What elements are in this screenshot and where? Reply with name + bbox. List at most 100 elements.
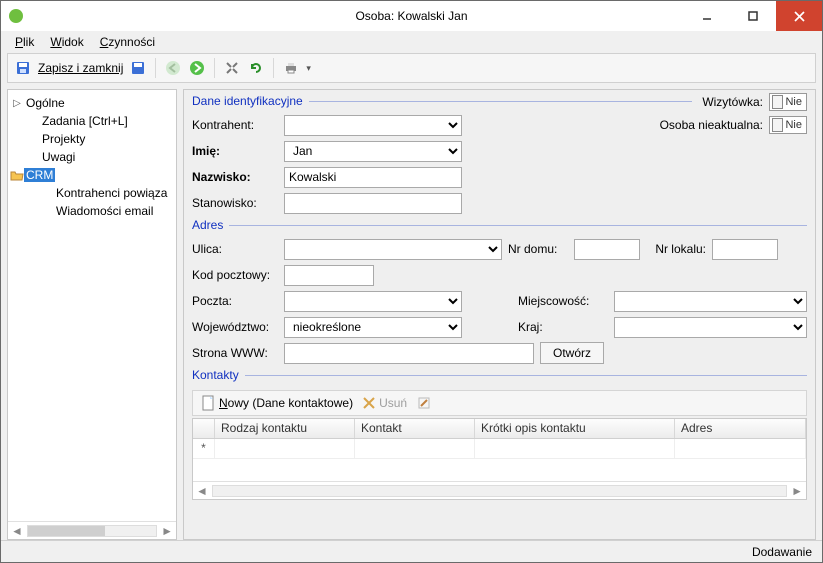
checkbox-icon	[772, 95, 783, 109]
tree-item-uwagi[interactable]: Uwagi	[10, 148, 174, 166]
scroll-track[interactable]	[27, 525, 157, 537]
nav-back-icon	[164, 59, 182, 77]
save-icon[interactable]	[129, 59, 147, 77]
status-mode: Dodawanie	[752, 545, 812, 559]
titlebar: Osoba: Kowalski Jan	[1, 1, 822, 31]
nav-forward-icon[interactable]	[188, 59, 206, 77]
grid-header-rodzaj[interactable]: Rodzaj kontaktu	[215, 419, 355, 438]
new-contact-button[interactable]: Nowy (Dane kontaktowe)	[201, 395, 353, 411]
tree-item-ogolne[interactable]: ▷ Ogólne	[10, 94, 174, 112]
label-nieaktualna: Osoba nieaktualna:	[660, 118, 763, 132]
toolbar: Zapisz i zamknij ▾	[7, 53, 816, 83]
app-icon	[9, 9, 23, 23]
refresh-icon[interactable]	[247, 59, 265, 77]
grid-new-row[interactable]: *	[193, 439, 806, 459]
toolbar-separator	[155, 58, 156, 78]
tree-item-projekty[interactable]: Projekty	[10, 130, 174, 148]
new-row-marker: *	[193, 439, 215, 458]
grid-header-selector[interactable]	[193, 419, 215, 438]
label-imie: Imię:	[192, 144, 278, 158]
edit-contact-button	[417, 396, 431, 410]
section-adres: Adres	[192, 218, 807, 232]
window-title: Osoba: Kowalski Jan	[355, 9, 467, 23]
grid-header: Rodzaj kontaktu Kontakt Krótki opis kont…	[193, 419, 806, 439]
toggle-wizytowka[interactable]: Nie	[769, 93, 807, 111]
new-doc-icon	[201, 395, 215, 411]
scroll-right-icon[interactable]: ►	[161, 524, 173, 538]
label-poczta: Poczta:	[192, 294, 278, 308]
menu-plik[interactable]: Plik	[15, 35, 34, 49]
chevron-right-icon[interactable]: ▷	[10, 98, 24, 109]
checkbox-icon	[772, 118, 783, 132]
section-kontakty: Kontakty	[192, 368, 807, 382]
window-buttons	[684, 1, 822, 31]
grid-header-kontakt[interactable]: Kontakt	[355, 419, 475, 438]
toolbar-separator	[214, 58, 215, 78]
nazwisko-input[interactable]	[284, 167, 462, 188]
tree-item-wiadomosci[interactable]: Wiadomości email	[10, 202, 174, 220]
scroll-right-icon[interactable]: ►	[791, 484, 803, 498]
print-icon[interactable]	[282, 59, 300, 77]
section-ident: Dane identyfikacyjne	[192, 94, 692, 108]
ulica-select[interactable]	[284, 239, 502, 260]
label-ulica: Ulica:	[192, 242, 278, 256]
sidebar-hscroll[interactable]: ◄ ►	[8, 521, 176, 539]
stanowisko-input[interactable]	[284, 193, 462, 214]
folder-open-icon[interactable]	[10, 169, 24, 181]
scroll-left-icon[interactable]: ◄	[196, 484, 208, 498]
scroll-thumb[interactable]	[28, 526, 105, 536]
toggle-nieaktualna[interactable]: Nie	[769, 116, 807, 134]
statusbar: Dodawanie	[1, 540, 822, 562]
label-woj: Województwo:	[192, 320, 278, 334]
maximize-icon	[748, 11, 758, 21]
label-wizytowka: Wizytówka:	[702, 95, 763, 109]
minimize-button[interactable]	[684, 1, 730, 31]
contacts-toolbar: Nowy (Dane kontaktowe) Usuń	[192, 390, 807, 416]
label-stanowisko: Stanowisko:	[192, 196, 278, 210]
label-kod: Kod pocztowy:	[192, 268, 278, 282]
kraj-select[interactable]	[614, 317, 807, 338]
poczta-select[interactable]	[284, 291, 462, 312]
scroll-track[interactable]	[212, 485, 787, 497]
sidebar: ▷ Ogólne Zadania [Ctrl+L] Projekty Uwagi…	[7, 89, 177, 540]
print-dropdown-icon[interactable]: ▾	[306, 63, 311, 74]
menu-czynnosci[interactable]: Czynności	[100, 35, 155, 49]
tree-item-zadania[interactable]: Zadania [Ctrl+L]	[10, 112, 174, 130]
edit-icon	[417, 396, 431, 410]
miejscowosc-select[interactable]	[614, 291, 807, 312]
grid-hscroll[interactable]: ◄ ►	[193, 481, 806, 499]
close-icon	[794, 11, 805, 22]
label-miejscowosc: Miejscowość:	[518, 294, 608, 308]
www-input[interactable]	[284, 343, 534, 364]
woj-select[interactable]: nieokreślone	[284, 317, 462, 338]
nrdomu-input[interactable]	[574, 239, 640, 260]
menubar: Plik Widok Czynności	[1, 31, 822, 53]
delete-contact-button: Usuń	[363, 396, 407, 410]
nav-tree: ▷ Ogólne Zadania [Ctrl+L] Projekty Uwagi…	[8, 90, 176, 521]
save-close-icon[interactable]	[14, 59, 32, 77]
maximize-button[interactable]	[730, 1, 776, 31]
menu-widok[interactable]: Widok	[50, 35, 83, 49]
tree-item-kontrahenci[interactable]: Kontrahenci powiąza	[10, 184, 174, 202]
grid-header-adres[interactable]: Adres	[675, 419, 806, 438]
contacts-grid: Rodzaj kontaktu Kontakt Krótki opis kont…	[192, 418, 807, 500]
close-button[interactable]	[776, 1, 822, 31]
nrlokalu-input[interactable]	[712, 239, 778, 260]
tree-item-crm[interactable]: CRM	[10, 166, 174, 184]
tools-icon[interactable]	[223, 59, 241, 77]
otworz-button[interactable]: Otwórz	[540, 342, 604, 364]
label-kontrahent: Kontrahent:	[192, 118, 278, 132]
imie-select[interactable]: Jan	[284, 141, 462, 162]
label-www: Strona WWW:	[192, 346, 278, 360]
minimize-icon	[702, 11, 712, 21]
grid-header-opis[interactable]: Krótki opis kontaktu	[475, 419, 675, 438]
scroll-left-icon[interactable]: ◄	[11, 524, 23, 538]
kod-input[interactable]	[284, 265, 374, 286]
main-panel: Dane identyfikacyjne Wizytówka: Nie Kont…	[183, 89, 816, 540]
save-close-button[interactable]: Zapisz i zamknij	[38, 61, 123, 75]
label-nazwisko: Nazwisko:	[192, 170, 278, 184]
kontrahent-select[interactable]	[284, 115, 462, 136]
delete-icon	[363, 397, 375, 409]
label-kraj: Kraj:	[518, 320, 608, 334]
app-window: Osoba: Kowalski Jan Plik Widok Czynności…	[0, 0, 823, 563]
